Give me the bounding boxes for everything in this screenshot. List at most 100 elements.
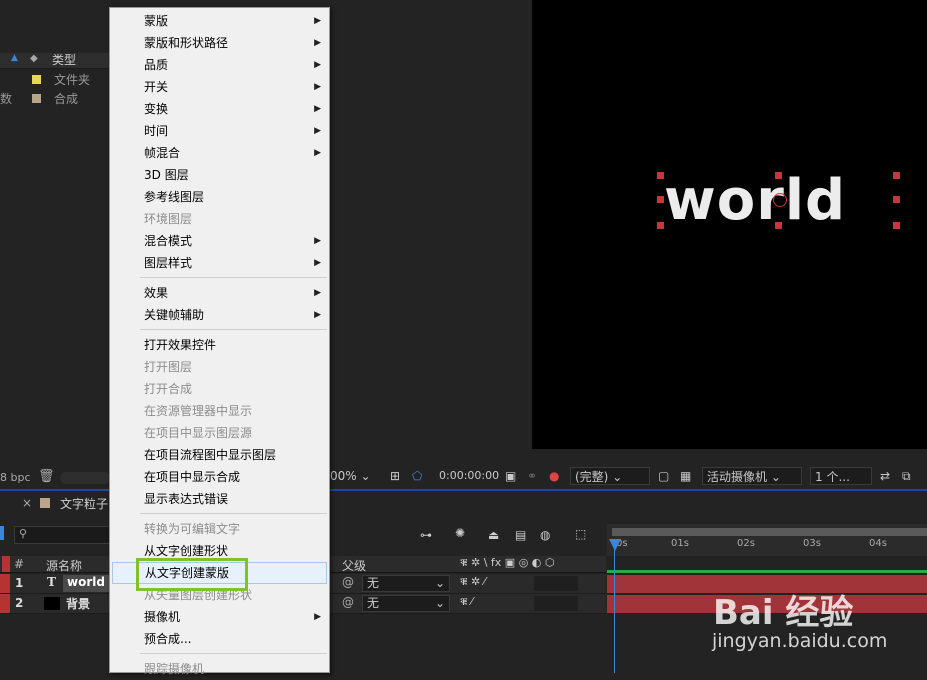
menu-item[interactable]: 帧混合 ▶: [110, 142, 329, 164]
menu-item[interactable]: 打开效果控件: [110, 334, 329, 356]
zoom-dropdown[interactable]: 00% ⌄: [330, 467, 371, 485]
transparency-grid-icon[interactable]: ▦: [680, 467, 691, 485]
zoom-scroll[interactable]: [60, 472, 110, 484]
timeline-search-input[interactable]: ⚲: [14, 526, 110, 544]
submenu-arrow-icon: ▶: [314, 60, 321, 70]
close-tab-icon[interactable]: ×: [22, 496, 32, 510]
draft-3d-icon[interactable]: ✺: [455, 526, 465, 540]
project-item-comp[interactable]: 数 合成: [0, 89, 112, 108]
menu-item-label: 打开效果控件: [144, 338, 217, 352]
item-type: 文件夹: [54, 73, 91, 87]
bbox-handle[interactable]: [893, 222, 900, 229]
layer-switches[interactable]: ቑ ⁄: [460, 595, 473, 609]
column-type-label: 类型: [52, 53, 77, 67]
sort-up-icon[interactable]: ▲: [11, 53, 18, 63]
project-footer: 8 bpc 🗑: [0, 469, 110, 487]
menu-item-label: 变换: [144, 102, 169, 116]
bbox-handle[interactable]: [775, 222, 782, 229]
grid-icon[interactable]: ⊞: [390, 467, 400, 485]
bbox-handle[interactable]: [893, 172, 900, 179]
menu-item[interactable]: 蒙版 ▶: [110, 10, 329, 32]
layer-switch-boxes[interactable]: [534, 576, 578, 591]
menu-item[interactable]: 在项目流程图中显示图层: [110, 444, 329, 466]
bbox-handle[interactable]: [657, 196, 664, 203]
menu-item-label: 开关: [144, 80, 169, 94]
menu-item[interactable]: 品质 ▶: [110, 54, 329, 76]
resolution-value: (完整): [575, 470, 609, 484]
toggle-pixel-icon[interactable]: ⇄: [880, 467, 890, 485]
menu-item[interactable]: 预合成...: [110, 628, 329, 650]
layer-number: 2: [15, 596, 24, 610]
tick-label: 03s: [803, 538, 821, 549]
camera-dropdown[interactable]: 活动摄像机 ⌄: [702, 467, 802, 485]
menu-item[interactable]: 参考线图层: [110, 186, 329, 208]
label-tag-icon[interactable]: ◆: [30, 53, 38, 64]
resolution-dropdown[interactable]: (完整) ⌄: [570, 467, 650, 485]
bbox-handle[interactable]: [657, 172, 664, 179]
menu-item-label: 打开合成: [144, 382, 193, 396]
menu-item-label: 帧混合: [144, 146, 181, 160]
frame-blending-icon[interactable]: ▤: [515, 528, 526, 542]
layer-switches[interactable]: ቑ ✲ ⁄: [460, 575, 486, 589]
submenu-arrow-icon: ▶: [314, 148, 321, 158]
comp-text-layer[interactable]: world: [664, 166, 846, 236]
menu-item[interactable]: 关键帧辅助 ▶: [110, 304, 329, 326]
views-dropdown[interactable]: 1 个...: [810, 467, 872, 485]
project-item-folder[interactable]: 文件夹: [0, 70, 112, 89]
fast-preview-icon[interactable]: ⧉: [902, 467, 911, 485]
menu-item[interactable]: 混合模式 ▶: [110, 230, 329, 252]
menu-item[interactable]: 3D 图层: [110, 164, 329, 186]
anchor-point-icon[interactable]: [773, 193, 787, 207]
submenu-arrow-icon: ▶: [314, 104, 321, 114]
show-snapshot-icon[interactable]: ⚭: [527, 467, 537, 485]
col-source-name[interactable]: 源名称: [46, 557, 82, 574]
menu-item[interactable]: 图层样式 ▶: [110, 252, 329, 274]
bbox-handle[interactable]: [657, 222, 664, 229]
motion-blur-icon[interactable]: ◍: [540, 528, 550, 542]
menu-item[interactable]: 蒙版和形状路径 ▶: [110, 32, 329, 54]
cti-head-icon[interactable]: [609, 539, 621, 551]
menu-item[interactable]: 摄像机 ▶: [110, 606, 329, 628]
channel-icon[interactable]: ●: [549, 467, 559, 485]
graph-editor-icon[interactable]: ⬚: [575, 527, 586, 541]
menu-item[interactable]: 在项目中显示合成: [110, 466, 329, 488]
menu-item[interactable]: 变换 ▶: [110, 98, 329, 120]
col-parent[interactable]: 父级: [342, 557, 366, 574]
trash-icon[interactable]: 🗑: [38, 469, 55, 484]
layer-label-color[interactable]: [0, 574, 10, 593]
project-column-header: ▲ ◆ 类型: [0, 53, 112, 69]
menu-item[interactable]: 效果 ▶: [110, 282, 329, 304]
parent-dropdown[interactable]: 无 ⌄: [362, 575, 450, 592]
menu-item[interactable]: 显示表达式错误: [110, 488, 329, 510]
pickwhip-icon[interactable]: @: [342, 575, 354, 589]
layer-name[interactable]: 背景: [66, 595, 90, 612]
bbox-handle[interactable]: [775, 172, 782, 179]
menu-item-label: 参考线图层: [144, 190, 205, 204]
pickwhip-icon[interactable]: @: [342, 595, 354, 609]
bbox-handle[interactable]: [893, 196, 900, 203]
snapshot-icon[interactable]: ▣: [505, 467, 516, 485]
layer-switch-boxes[interactable]: [534, 596, 578, 611]
timeline-tab[interactable]: 文字粒子: [60, 494, 108, 514]
menu-item: 打开图层: [110, 356, 329, 378]
menu-item[interactable]: 开关 ▶: [110, 76, 329, 98]
solid-layer-icon: [44, 597, 60, 610]
comp-mini-flowchart-icon[interactable]: ⊶: [420, 528, 432, 542]
parent-dropdown[interactable]: 无 ⌄: [362, 595, 450, 612]
bpc-button[interactable]: 8 bpc: [0, 471, 31, 484]
work-area-bar[interactable]: [612, 528, 927, 536]
truncated-label: 数: [0, 92, 13, 106]
switches-icons: ቑ ✲ \ fx ▣ ◎ ◐ ⬡: [460, 556, 555, 569]
layer-name[interactable]: world: [63, 575, 109, 592]
views-value: 1 个...: [815, 470, 850, 484]
region-of-interest-icon[interactable]: ▢: [658, 467, 669, 485]
mask-visibility-icon[interactable]: ⬠: [412, 467, 422, 485]
label-column-marker: [2, 556, 10, 572]
shy-layers-icon[interactable]: ⏏: [488, 528, 499, 542]
current-time-indicator[interactable]: [614, 541, 615, 673]
layer-label-color[interactable]: [0, 594, 10, 613]
submenu-arrow-icon: ▶: [314, 82, 321, 92]
zoom-value: 00%: [330, 469, 357, 483]
current-time[interactable]: 0:00:00:00: [439, 467, 499, 485]
menu-item[interactable]: 时间 ▶: [110, 120, 329, 142]
